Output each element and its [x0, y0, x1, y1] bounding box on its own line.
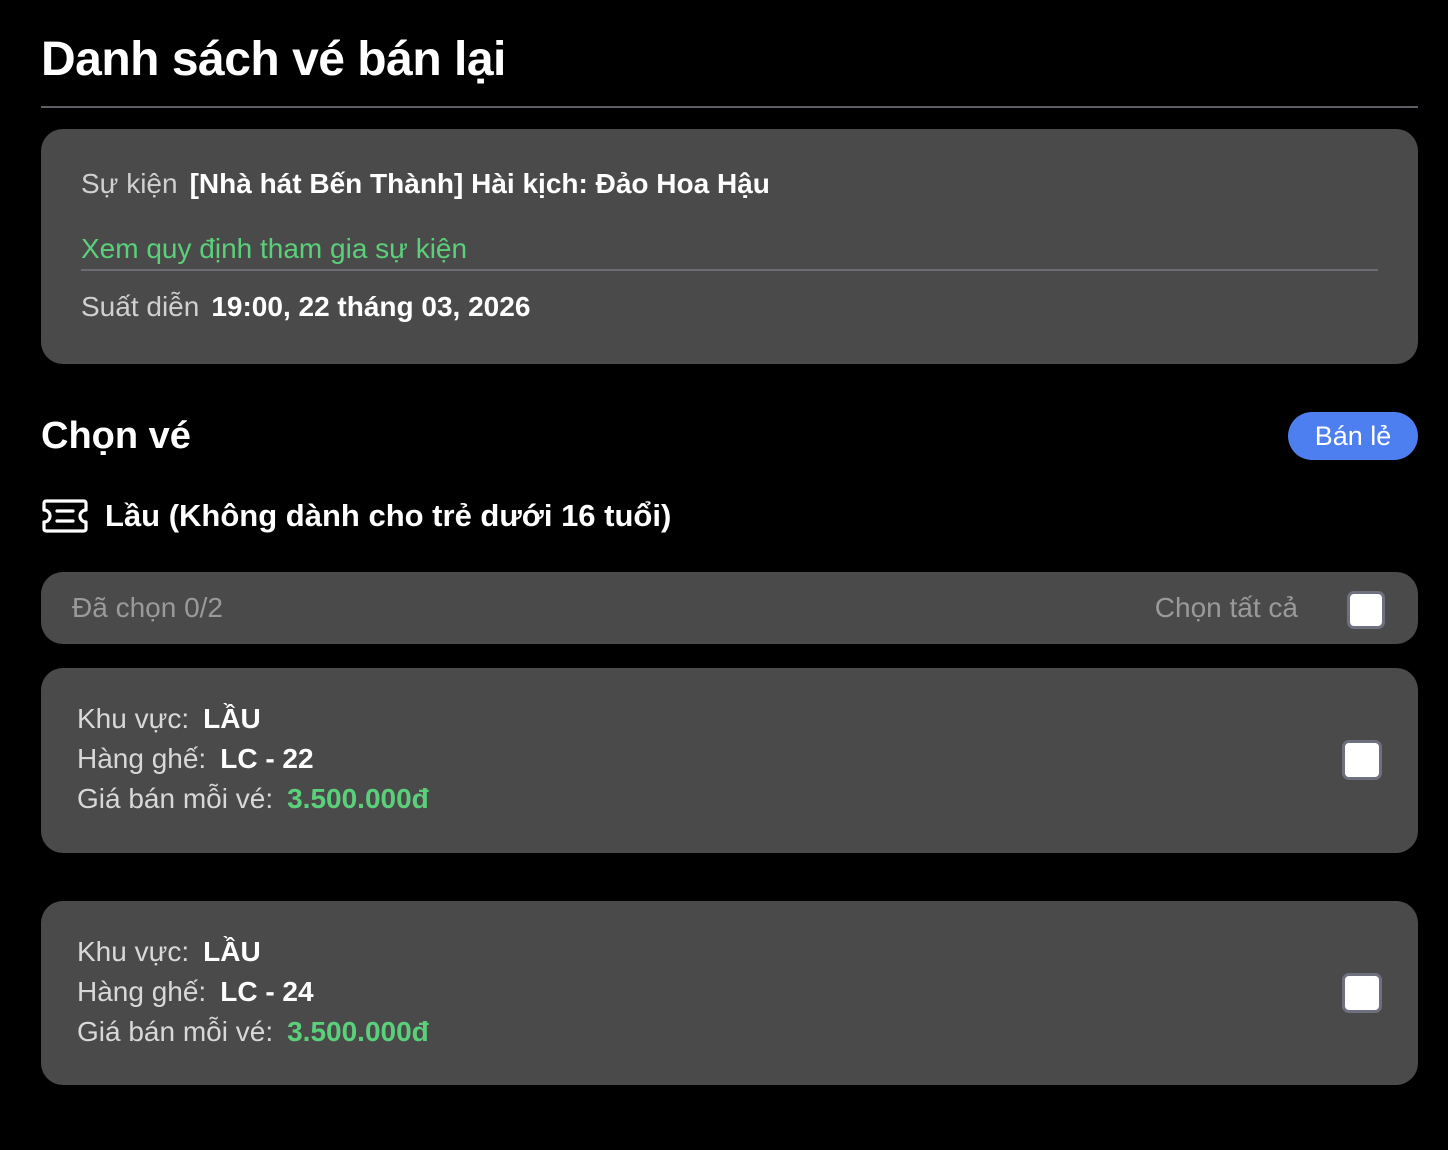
retail-sale-button[interactable]: Bán lẻ: [1288, 412, 1418, 460]
show-time-value: 19:00, 22 tháng 03, 2026: [211, 291, 531, 322]
price-value: 3.500.000đ: [287, 1016, 429, 1047]
seat-row-value: LC - 24: [220, 976, 314, 1007]
seat-row: Hàng ghế: LC - 24: [77, 974, 314, 1010]
ticket-checkbox[interactable]: [1342, 740, 1382, 780]
seat-row: Hàng ghế: LC - 22: [77, 741, 314, 777]
ticket-checkbox[interactable]: [1342, 973, 1382, 1013]
event-info-card: Sự kiện [Nhà hát Bến Thành] Hài kịch: Đảo…: [41, 129, 1418, 364]
event-name: [Nhà hát Bến Thành] Hài kịch: Đảo Hoa Hậ…: [189, 168, 770, 199]
area-label: Khu vực:: [77, 703, 190, 734]
seat-row-label: Hàng ghế:: [77, 976, 207, 1007]
selection-bar: Đã chọn 0/2 Chọn tất cả: [41, 572, 1418, 644]
seat-row-value: LC - 22: [220, 743, 314, 774]
ticket-type-label: Lầu (Không dành cho trẻ dưới 16 tuổi): [105, 498, 672, 533]
resale-ticket-page: Danh sách vé bán lại Sự kiện [Nhà hát Bến…: [0, 0, 1448, 1150]
area-value: LẦU: [203, 936, 261, 967]
selected-count: Đã chọn 0/2: [72, 592, 223, 623]
rules-divider: [81, 269, 1378, 271]
event-rules-link[interactable]: Xem quy định tham gia sự kiện: [81, 231, 467, 267]
price-value: 3.500.000đ: [287, 783, 429, 814]
ticket-card[interactable]: Khu vực: LẦU Hàng ghế: LC - 24 Giá bán mỗi…: [41, 901, 1418, 1085]
ticket-type-header: Lầu (Không dành cho trẻ dưới 16 tuổi): [41, 496, 671, 536]
seat-row-label: Hàng ghế:: [77, 743, 207, 774]
ticket-card[interactable]: Khu vực: LẦU Hàng ghế: LC - 22 Giá bán mỗi…: [41, 668, 1418, 853]
event-label: Sự kiện: [81, 168, 178, 199]
show-time-row: Suất diễn 19:00, 22 tháng 03, 2026: [81, 289, 530, 325]
price-row: Giá bán mỗi vé: 3.500.000đ: [77, 781, 429, 817]
price-label: Giá bán mỗi vé:: [77, 783, 274, 814]
area-row: Khu vực: LẦU: [77, 934, 261, 970]
ticket-icon: [41, 496, 89, 536]
price-row: Giá bán mỗi vé: 3.500.000đ: [77, 1014, 429, 1050]
show-time-label: Suất diễn: [81, 291, 200, 322]
area-row: Khu vực: LẦU: [77, 701, 261, 737]
area-value: LẦU: [203, 703, 261, 734]
event-row: Sự kiện [Nhà hát Bến Thành] Hài kịch: Đảo…: [81, 166, 770, 202]
price-label: Giá bán mỗi vé:: [77, 1016, 274, 1047]
page-title: Danh sách vé bán lại: [41, 33, 506, 86]
area-label: Khu vực:: [77, 936, 190, 967]
select-ticket-title: Chọn vé: [41, 415, 191, 457]
select-all-label: Chọn tất cả: [1154, 592, 1298, 623]
title-divider: [41, 106, 1418, 108]
select-all-checkbox[interactable]: [1347, 591, 1385, 629]
